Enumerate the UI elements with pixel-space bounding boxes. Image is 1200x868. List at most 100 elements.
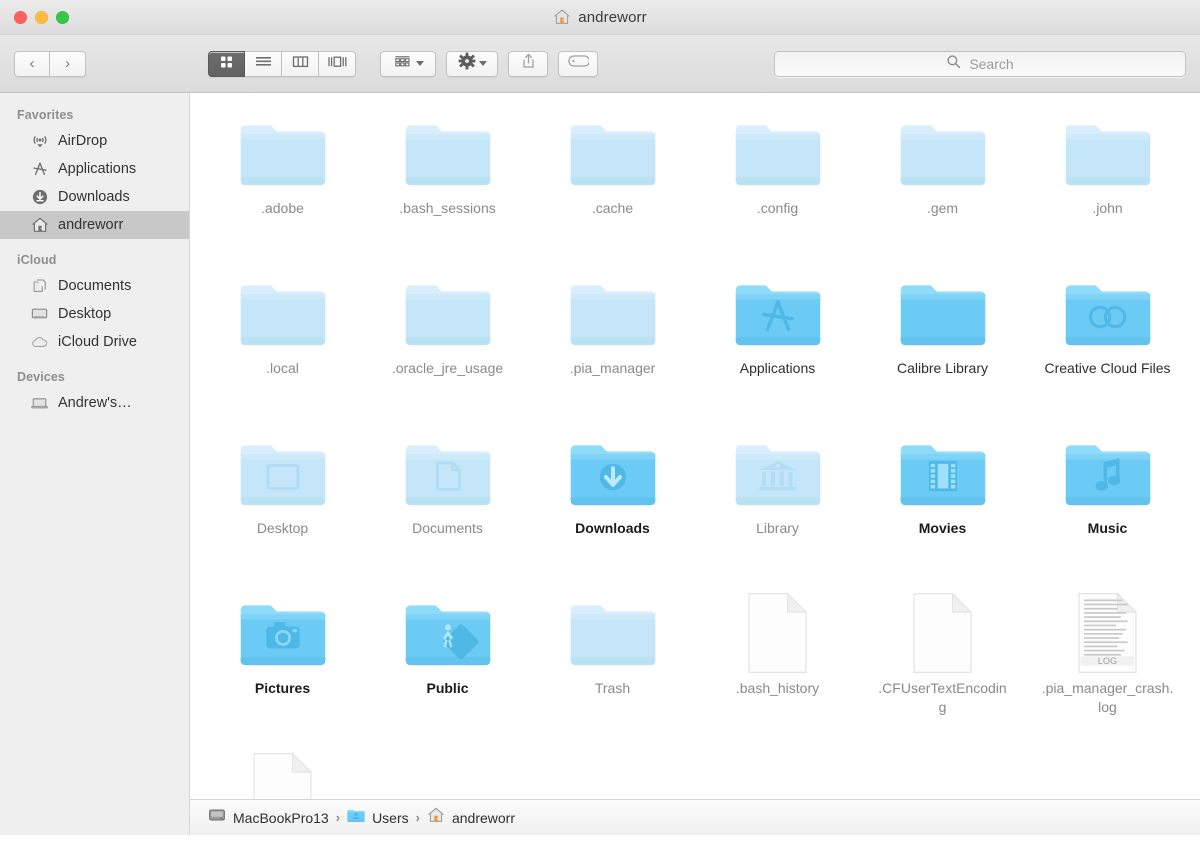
path-separator: › [336, 810, 340, 825]
forward-button[interactable]: › [50, 51, 86, 77]
path-label: andreworr [452, 810, 515, 826]
sidebar-item-applications[interactable]: Applications [0, 155, 189, 183]
arrange-grid-icon [393, 54, 412, 74]
file-item[interactable]: Desktop [200, 427, 365, 587]
folder-plain-icon [239, 107, 327, 199]
desktop-icon [30, 305, 49, 324]
file-item[interactable]: .config [695, 107, 860, 267]
folder-plain-icon [239, 267, 327, 359]
sidebar-item-label: Downloads [58, 189, 130, 205]
share-button[interactable] [508, 51, 548, 77]
folder-applications-icon [734, 267, 822, 359]
file-item[interactable]: Applications [695, 267, 860, 427]
folder-music-icon [1064, 427, 1152, 519]
file-item[interactable]: .gem [860, 107, 1025, 267]
folder-plain-icon [404, 267, 492, 359]
icon-view-button[interactable] [208, 51, 245, 77]
tags-button[interactable] [558, 51, 598, 77]
minimize-button[interactable] [35, 11, 48, 24]
arrange-by-button[interactable] [380, 51, 436, 77]
airdrop-icon [30, 132, 49, 151]
folder-pictures-icon [239, 587, 327, 679]
file-item[interactable]: .bash_history [695, 587, 860, 747]
file-item[interactable]: Pictures [200, 587, 365, 747]
file-item[interactable]: .CFUserTextEncoding [860, 587, 1025, 747]
gear-icon [458, 52, 476, 75]
sidebar: Favorites AirDrop [0, 93, 190, 835]
toolbar: ‹ › [0, 35, 1200, 93]
sidebar-section-devices-header: Devices [0, 356, 189, 389]
sidebar-item-label: AirDrop [58, 133, 107, 149]
file-item[interactable]: Documents [365, 427, 530, 587]
maximize-button[interactable] [56, 11, 69, 24]
action-menu-button[interactable] [446, 51, 498, 77]
window-body: Favorites AirDrop [0, 93, 1200, 835]
file-item[interactable]: Library [695, 427, 860, 587]
file-item[interactable]: Trash [530, 587, 695, 747]
gallery-view-button[interactable] [319, 51, 356, 77]
column-view-button[interactable] [282, 51, 319, 77]
file-item[interactable]: Creative Cloud Files [1025, 267, 1190, 427]
sidebar-item-desktop[interactable]: Desktop [0, 300, 189, 328]
file-label: Music [1088, 519, 1128, 538]
list-icon [254, 54, 273, 74]
file-item[interactable]: .cache [530, 107, 695, 267]
laptop-icon [30, 394, 49, 413]
folder-library-icon [734, 427, 822, 519]
folder-documents-icon [404, 427, 492, 519]
file-item[interactable]: .john [1025, 107, 1190, 267]
file-item[interactable]: .pia_manager [530, 267, 695, 427]
search-field[interactable]: Search [774, 51, 1186, 77]
file-label: .local [266, 359, 299, 378]
search-placeholder: Search [969, 56, 1013, 72]
folder-downloads-icon [569, 427, 657, 519]
document-log-icon: LOG [1074, 587, 1141, 679]
file-item[interactable]: .oracle_jre_usage [365, 267, 530, 427]
file-label: Trash [595, 679, 630, 698]
list-view-button[interactable] [245, 51, 282, 77]
file-item[interactable]: Public [365, 587, 530, 747]
sidebar-item-airdrop[interactable]: AirDrop [0, 127, 189, 155]
file-label: Movies [919, 519, 966, 538]
file-item[interactable]: .adobe [200, 107, 365, 267]
sidebar-item-label: Desktop [58, 306, 111, 322]
sidebar-item-label: Andrew's… [58, 395, 132, 411]
share-icon [520, 52, 537, 75]
file-label: .bash_history [736, 679, 819, 698]
file-grid: .adobe .bash_sessions .cache [190, 93, 1200, 835]
path-segment-macbookpro13[interactable]: MacBookPro13 [208, 807, 329, 828]
file-item[interactable]: Downloads [530, 427, 695, 587]
house-icon [427, 806, 445, 829]
file-item[interactable]: .bash_sessions [365, 107, 530, 267]
svg-text:LOG: LOG [1098, 656, 1117, 666]
cloud-icon [30, 333, 49, 352]
chevron-left-icon: ‹ [30, 56, 35, 71]
file-item[interactable]: .local [200, 267, 365, 427]
folder-creativecloud-icon [1064, 267, 1152, 359]
path-label: Users [372, 810, 409, 826]
file-label: Documents [412, 519, 483, 538]
tag-icon [567, 54, 589, 73]
file-label: .oracle_jre_usage [392, 359, 503, 378]
file-label: .config [757, 199, 798, 218]
file-item[interactable]: Music [1025, 427, 1190, 587]
path-separator: › [416, 810, 420, 825]
sidebar-item-documents[interactable]: Documents [0, 272, 189, 300]
grid-icon [218, 53, 235, 75]
sidebar-item-andreworr[interactable]: andreworr [0, 211, 189, 239]
file-item[interactable]: Calibre Library [860, 267, 1025, 427]
sidebar-item-icloud-drive[interactable]: iCloud Drive [0, 328, 189, 356]
path-label: MacBookPro13 [233, 810, 329, 826]
close-button[interactable] [14, 11, 27, 24]
file-grid-area[interactable]: .adobe .bash_sessions .cache [190, 93, 1200, 835]
house-icon [30, 216, 49, 235]
back-button[interactable]: ‹ [14, 51, 50, 77]
sidebar-item-downloads[interactable]: Downloads [0, 183, 189, 211]
file-item[interactable]: LOG .pia_manager_crash.log [1025, 587, 1190, 747]
path-segment-users[interactable]: Users [347, 808, 409, 828]
path-segment-andreworr[interactable]: andreworr [427, 806, 515, 829]
file-label: Library [756, 519, 799, 538]
file-label: .cache [592, 199, 633, 218]
sidebar-item-andrews-device[interactable]: Andrew's… [0, 389, 189, 417]
file-item[interactable]: Movies [860, 427, 1025, 587]
